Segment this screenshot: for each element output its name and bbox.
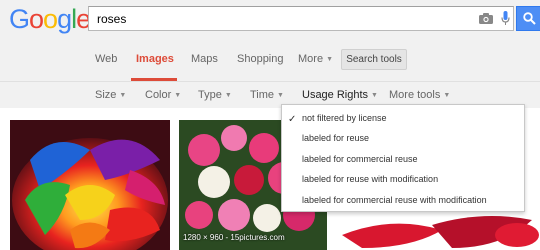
microphone-icon[interactable] xyxy=(501,11,510,26)
chevron-down-icon: ▼ xyxy=(174,92,182,99)
search-icon xyxy=(523,12,536,25)
chevron-down-icon: ▼ xyxy=(224,92,232,99)
filter-color-label: Color xyxy=(145,89,172,101)
filter-size[interactable]: Size ▼ xyxy=(95,89,126,101)
filter-usage-rights-label: Usage Rights xyxy=(302,89,369,101)
top-bar: Google xyxy=(0,0,540,40)
chevron-down-icon: ▼ xyxy=(371,92,378,99)
tab-web[interactable]: Web xyxy=(95,53,117,65)
menu-item-not-filtered[interactable]: not filtered by license xyxy=(302,111,387,126)
tab-images[interactable]: Images xyxy=(136,53,174,65)
chevron-down-icon: ▼ xyxy=(119,92,127,99)
image-caption: 1280 × 960 - 15pictures.com xyxy=(183,233,285,242)
chevron-down-icon: ▼ xyxy=(443,92,451,99)
filter-more-tools[interactable]: More tools ▼ xyxy=(389,89,450,101)
check-icon: ✓ xyxy=(288,114,297,125)
tab-more[interactable]: More ▼ xyxy=(298,53,333,65)
active-tab-indicator xyxy=(131,78,177,81)
filter-time[interactable]: Time ▼ xyxy=(250,89,284,101)
filter-usage-rights[interactable]: Usage Rights ▼ xyxy=(302,89,378,101)
menu-item-reuse-with-modification[interactable]: labeled for reuse with modification xyxy=(302,172,438,187)
filter-type-label: Type xyxy=(198,89,222,101)
chevron-down-icon: ▼ xyxy=(326,56,333,63)
filter-size-label: Size xyxy=(95,89,117,101)
camera-icon[interactable] xyxy=(479,13,493,24)
menu-item-commercial-reuse-with-modification[interactable]: labeled for commercial reuse with modifi… xyxy=(302,193,487,208)
filter-color[interactable]: Color ▼ xyxy=(145,89,181,101)
tab-more-label: More xyxy=(298,53,324,65)
tab-shopping[interactable]: Shopping xyxy=(237,53,284,65)
rainbow-rose-image[interactable] xyxy=(10,120,170,250)
filter-type[interactable]: Type ▼ xyxy=(198,89,232,101)
search-input[interactable] xyxy=(97,11,457,27)
search-box xyxy=(88,6,514,31)
menu-item-commercial-reuse[interactable]: labeled for commercial reuse xyxy=(302,152,418,167)
search-button[interactable] xyxy=(516,6,540,31)
google-logo[interactable]: Google xyxy=(9,4,91,35)
search-nav: Web Images Maps Shopping More ▼ Search to… xyxy=(0,40,540,82)
search-tools-button[interactable]: Search tools xyxy=(341,49,407,70)
chevron-down-icon: ▼ xyxy=(277,92,284,99)
menu-item-labeled-for-reuse[interactable]: labeled for reuse xyxy=(302,131,369,146)
tab-maps[interactable]: Maps xyxy=(191,53,218,65)
filter-more-tools-label: More tools xyxy=(389,89,441,101)
usage-rights-menu: ✓ not filtered by license labeled for re… xyxy=(281,104,525,212)
filter-time-label: Time xyxy=(250,89,275,101)
